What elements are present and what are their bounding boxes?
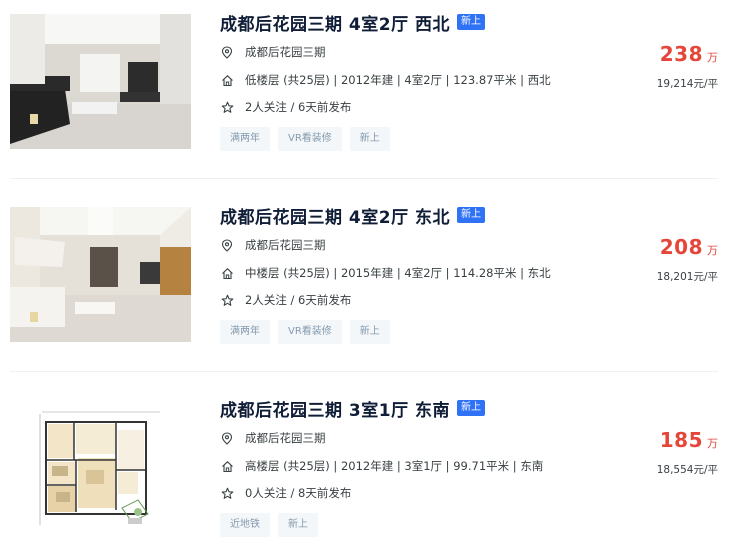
listing-list: 成都后花园三期 4室2厅 西北 新上 成都后花园三期 低楼层 (共25层) | … (0, 0, 740, 549)
house-icon (220, 459, 234, 473)
tag: 近地铁 (220, 513, 270, 537)
house-info: 高楼层 (共25层) | 2012年建 | 3室1厅 | 99.71平米 | 东… (245, 459, 544, 473)
community-link[interactable]: 成都后花园三期 (245, 44, 326, 60)
listing-title[interactable]: 成都后花园三期 3室1厅 东南 (220, 396, 450, 421)
location-pin-icon (220, 45, 234, 59)
listing-card[interactable]: 成都后花园三期 3室1厅 东南 新上 成都后花园三期 高楼层 (共25层) | … (0, 386, 740, 549)
location-pin-icon (220, 238, 234, 252)
listing-card[interactable]: 成都后花园三期 4室2厅 西北 新上 成都后花园三期 低楼层 (共25层) | … (0, 0, 740, 180)
listing-card[interactable]: 成都后花园三期 4室2厅 东北 新上 成都后花园三期 中楼层 (共25层) | … (0, 193, 740, 373)
community-link[interactable]: 成都后花园三期 (245, 430, 326, 446)
house-icon (220, 266, 234, 280)
tag: VR看装修 (278, 320, 342, 344)
listing-title[interactable]: 成都后花园三期 4室2厅 西北 (220, 10, 450, 35)
unit-price: 18,554元/平 (656, 464, 718, 476)
follow-info: 0人关注 / 8天前发布 (245, 486, 352, 500)
total-price-value: 238 (659, 42, 703, 66)
star-icon (220, 486, 234, 500)
star-icon (220, 100, 234, 114)
tag-list: 满两年 VR看装修 新上 (220, 320, 398, 344)
divider (10, 178, 718, 179)
follow-info: 2人关注 / 6天前发布 (245, 293, 352, 307)
floor-plan-image[interactable] (10, 400, 191, 535)
total-price-unit: 万 (707, 437, 718, 450)
divider (10, 371, 718, 372)
listing-photo[interactable] (10, 207, 191, 342)
star-icon (220, 293, 234, 307)
unit-price: 19,214元/平 (656, 78, 718, 90)
community-link[interactable]: 成都后花园三期 (245, 237, 326, 253)
total-price-value: 185 (659, 428, 703, 452)
tag-list: 满两年 VR看装修 新上 (220, 127, 398, 151)
new-listing-badge: 新上 (457, 14, 485, 30)
tag: VR看装修 (278, 127, 342, 151)
tag-list: 近地铁 新上 (220, 513, 326, 537)
total-price-unit: 万 (707, 244, 718, 257)
tag: 满两年 (220, 320, 270, 344)
total-price: 208 万 (660, 235, 718, 259)
listing-photo[interactable] (10, 14, 191, 149)
follow-info: 2人关注 / 6天前发布 (245, 100, 352, 114)
listing-title[interactable]: 成都后花园三期 4室2厅 东北 (220, 203, 450, 228)
total-price-value: 208 (659, 235, 703, 259)
total-price: 238 万 (660, 42, 718, 66)
house-info: 中楼层 (共25层) | 2015年建 | 4室2厅 | 114.28平米 | … (245, 266, 551, 280)
total-price: 185 万 (660, 428, 718, 452)
house-icon (220, 73, 234, 87)
location-pin-icon (220, 431, 234, 445)
tag: 新上 (278, 513, 318, 537)
new-listing-badge: 新上 (457, 400, 485, 416)
house-info: 低楼层 (共25层) | 2012年建 | 4室2厅 | 123.87平米 | … (245, 73, 551, 87)
tag: 满两年 (220, 127, 270, 151)
new-listing-badge: 新上 (457, 207, 485, 223)
unit-price: 18,201元/平 (656, 271, 718, 283)
tag: 新上 (349, 127, 390, 151)
tag: 新上 (349, 320, 390, 344)
total-price-unit: 万 (707, 51, 718, 64)
